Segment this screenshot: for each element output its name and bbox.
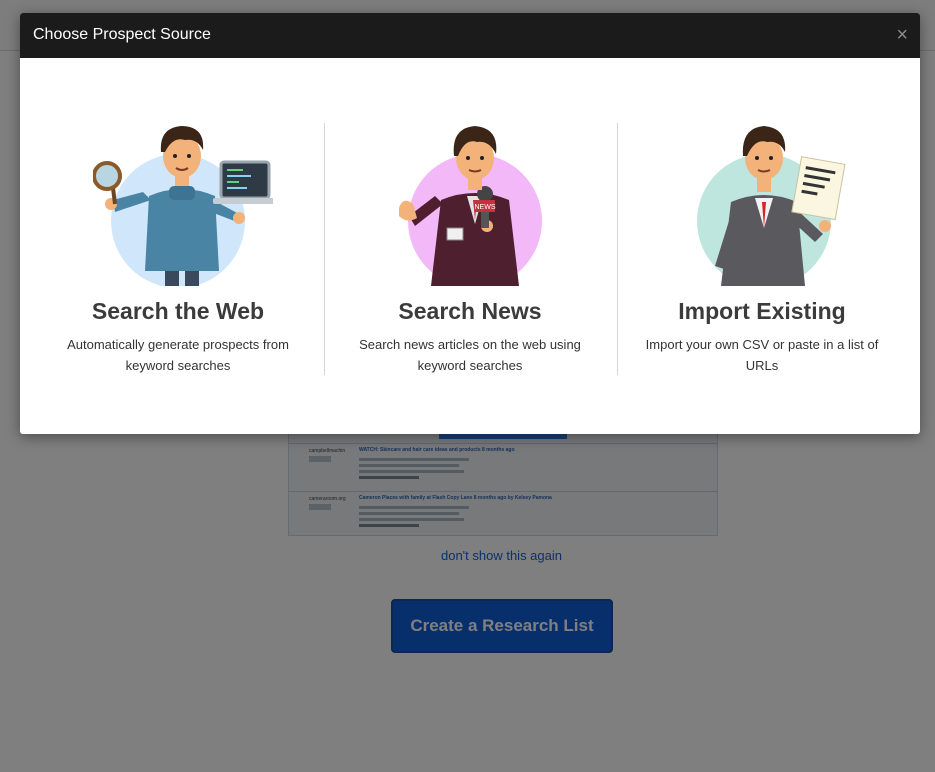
option-import-existing[interactable]: Import Existing Import your own CSV or p… (617, 58, 907, 434)
source-options: Search the Web Automatically generate pr… (20, 58, 920, 434)
dialog-title: Choose Prospect Source (33, 26, 211, 43)
option-title: Import Existing (678, 298, 846, 324)
person-with-magnifier-and-laptop-icon (93, 126, 273, 286)
option-title: Search the Web (91, 298, 265, 324)
choose-prospect-source-dialog: Choose Prospect Source × Search the Web … (20, 13, 920, 434)
option-description: Search news articles on the web using ke… (359, 337, 581, 373)
option-search-news[interactable]: NEWS Search News Search news articles on… (325, 58, 615, 434)
option-description: Automatically generate prospects from ke… (67, 337, 289, 373)
svg-text:NEWS: NEWS (475, 204, 496, 211)
businessman-with-document-icon (697, 126, 846, 286)
dialog-header: Choose Prospect Source × (20, 13, 920, 58)
option-search-web[interactable]: Search the Web Automatically generate pr… (33, 58, 323, 434)
option-title: Search News (398, 298, 542, 324)
close-icon[interactable]: × (896, 24, 908, 46)
option-description: Import your own CSV or paste in a list o… (645, 337, 879, 373)
reporter-with-microphone-icon: NEWS (399, 126, 542, 286)
